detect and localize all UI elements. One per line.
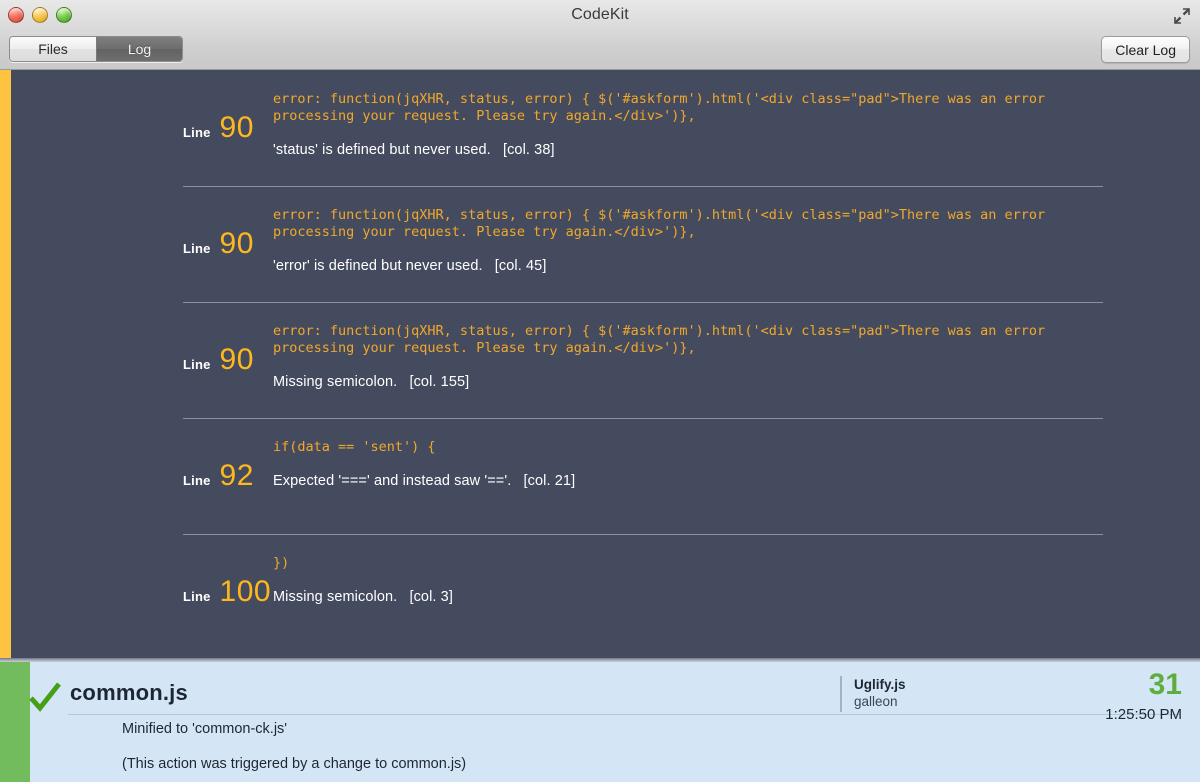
code-snippet: error: function(jqXHR, status, error) { … <box>273 207 1063 241</box>
log-entry[interactable]: Line 92 if(data == 'sent') { Expected '=… <box>11 418 1200 534</box>
entry-message: Expected '===' and instead saw '=='. [co… <box>273 473 1180 489</box>
message-column: [col. 38] <box>503 142 555 158</box>
fullscreen-expand-icon[interactable] <box>1172 6 1192 26</box>
entry-message: 'status' is defined but never used. [col… <box>273 142 1180 158</box>
status-accent-bar <box>0 662 30 782</box>
message-text: 'error' is defined but never used. <box>273 258 483 274</box>
log-accent-bar <box>0 70 11 658</box>
view-segmented-control[interactable]: Files Log <box>9 36 183 62</box>
log-entry[interactable]: Line 90 error: function(jqXHR, status, e… <box>11 70 1200 186</box>
tab-files[interactable]: Files <box>10 37 96 61</box>
status-divider <box>68 714 1180 715</box>
status-filename: common.js <box>70 680 188 706</box>
status-tool-block: Uglify.js galleon <box>840 676 906 712</box>
message-column: [col. 3] <box>409 589 453 605</box>
tab-log[interactable]: Log <box>96 37 182 61</box>
line-label: Line <box>183 589 211 604</box>
message-text: 'status' is defined but never used. <box>273 142 491 158</box>
message-column: [col. 155] <box>409 374 469 390</box>
line-label: Line <box>183 125 211 140</box>
log-entry[interactable]: Line 100 }) Missing semicolon. [col. 3] <box>11 534 1200 650</box>
green-checkmark-icon <box>28 680 62 714</box>
status-tool-subtitle: galleon <box>854 693 906 710</box>
message-text: Missing semicolon. <box>273 589 397 605</box>
entry-details: error: function(jqXHR, status, error) { … <box>273 87 1200 158</box>
line-indicator: Line 100 <box>11 551 273 607</box>
line-label: Line <box>183 473 211 488</box>
entry-message: 'error' is defined but never used. [col.… <box>273 258 1180 274</box>
log-list-area: Line 90 error: function(jqXHR, status, e… <box>0 70 1200 658</box>
code-snippet: error: function(jqXHR, status, error) { … <box>273 323 1063 357</box>
code-snippet: error: function(jqXHR, status, error) { … <box>273 91 1063 125</box>
line-indicator: Line 90 <box>11 319 273 375</box>
log-entry[interactable]: Line 90 error: function(jqXHR, status, e… <box>11 302 1200 418</box>
message-column: [col. 21] <box>524 473 576 489</box>
message-text: Missing semicolon. <box>273 374 397 390</box>
entry-details: }) Missing semicolon. [col. 3] <box>273 551 1200 605</box>
entry-details: error: function(jqXHR, status, error) { … <box>273 319 1200 390</box>
status-counter: 31 <box>1149 670 1182 700</box>
message-column: [col. 45] <box>495 258 547 274</box>
status-message-primary: Minified to 'common-ck.js' <box>122 721 287 737</box>
status-tool-name: Uglify.js <box>854 676 906 693</box>
title-bar: CodeKit Files Log Clear Log <box>0 0 1200 70</box>
status-panel[interactable]: common.js Minified to 'common-ck.js' (Th… <box>0 662 1200 782</box>
line-number: 90 <box>220 113 254 143</box>
line-label: Line <box>183 241 211 256</box>
codekit-window: CodeKit Files Log Clear Log Line 90 <box>0 0 1200 782</box>
log-entry[interactable]: Line 90 error: function(jqXHR, status, e… <box>11 186 1200 302</box>
entry-message: Missing semicolon. [col. 155] <box>273 374 1180 390</box>
line-indicator: Line 92 <box>11 435 273 491</box>
clear-log-button[interactable]: Clear Log <box>1101 36 1190 63</box>
entry-message: Missing semicolon. [col. 3] <box>273 589 1180 605</box>
line-number: 90 <box>220 229 254 259</box>
code-snippet: if(data == 'sent') { <box>273 439 1063 456</box>
log-entries: Line 90 error: function(jqXHR, status, e… <box>11 70 1200 658</box>
line-indicator: Line 90 <box>11 87 273 143</box>
window-title: CodeKit <box>0 6 1200 24</box>
code-snippet: }) <box>273 555 1063 572</box>
entry-details: if(data == 'sent') { Expected '===' and … <box>273 435 1200 489</box>
entry-details: error: function(jqXHR, status, error) { … <box>273 203 1200 274</box>
line-number: 90 <box>220 345 254 375</box>
line-indicator: Line 90 <box>11 203 273 259</box>
status-message-secondary: (This action was triggered by a change t… <box>122 756 466 772</box>
line-number: 92 <box>220 461 254 491</box>
line-number: 100 <box>220 577 272 607</box>
line-label: Line <box>183 357 211 372</box>
message-text: Expected '===' and instead saw '=='. <box>273 473 511 489</box>
status-timestamp: 1:25:50 PM <box>1105 706 1182 723</box>
